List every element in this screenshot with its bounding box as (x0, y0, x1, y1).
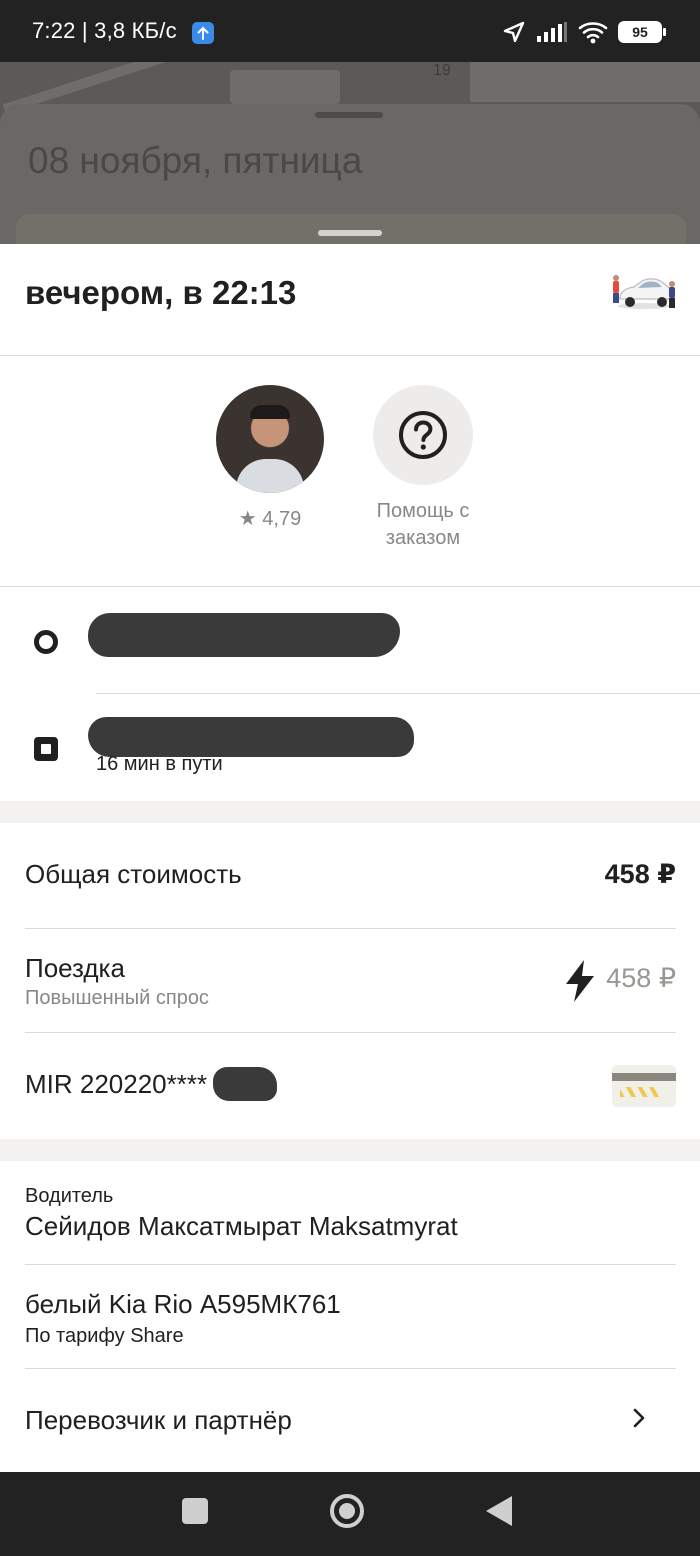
route-eta: 16 мин в пути (96, 753, 223, 775)
carrier-row[interactable]: Перевозчик и партнёр (25, 1369, 676, 1472)
payment-card-label: MIR 220220**** (25, 1069, 208, 1099)
status-bar: 7:22 | 3,8 КБ/с 95 (0, 0, 700, 62)
total-cost-value: 458 ₽ (604, 859, 676, 889)
chevron-right-icon (633, 1408, 645, 1428)
help-button-label[interactable]: Помощь с заказом (340, 498, 506, 552)
route-start-icon (34, 630, 58, 654)
ride-surge-label: Повышенный спрос (25, 987, 209, 1009)
car-row: белый Kia Rio А595МК761 По тарифу Share (25, 1265, 676, 1369)
wifi-icon (578, 22, 608, 44)
order-details-sheet: вечером, в 22:13 ★ 4,79 Помощь с заказом (0, 230, 700, 1472)
recents-icon[interactable] (182, 1498, 208, 1524)
order-contacts: ★ 4,79 Помощь с заказом (0, 356, 700, 587)
sheet-drag-handle[interactable] (318, 230, 382, 236)
system-nav-bar (0, 1472, 700, 1556)
driver-avatar[interactable] (216, 385, 324, 493)
lightning-icon (566, 960, 594, 1002)
section-gap (0, 1139, 700, 1161)
ride-label: Поездка (25, 953, 125, 983)
route-end-icon (34, 737, 58, 761)
status-time: 7:22 | 3,8 КБ/с (32, 18, 177, 43)
tariff-label: По тарифу Share (25, 1325, 184, 1347)
payment-card-row[interactable]: MIR 220220**** (25, 1033, 676, 1139)
map-label: 19 (433, 62, 451, 79)
ride-value: 458 ₽ (606, 963, 676, 993)
driver-name: Сейидов Максатмырат Maksatmyrat (25, 1211, 458, 1241)
home-icon[interactable] (330, 1494, 364, 1528)
redacted-start-address (88, 613, 400, 657)
driver-row: Водитель Сейидов Максатмырат Maksatmyrat (25, 1161, 676, 1265)
trip-info-section: Водитель Сейидов Максатмырат Maksatmyrat… (0, 1161, 700, 1472)
location-arrow-icon (503, 21, 525, 43)
background-date: 08 ноября, пятница (28, 140, 363, 181)
order-header: вечером, в 22:13 (0, 244, 700, 356)
driver-rating: ★ 4,79 (238, 508, 302, 530)
route-divider (96, 693, 700, 694)
bank-card-icon (612, 1065, 676, 1107)
background-sheet-handle (315, 112, 383, 118)
upload-arrow-icon (192, 22, 214, 44)
carrier-label: Перевозчик и партнёр (25, 1405, 292, 1435)
driver-caption: Водитель (25, 1185, 114, 1207)
cost-section: Общая стоимость 458 ₽ Поездка Повышенный… (0, 823, 700, 1139)
help-button[interactable] (373, 385, 473, 485)
car-description: белый Kia Rio А595МК761 (25, 1289, 341, 1319)
total-cost-row: Общая стоимость 458 ₽ (25, 823, 676, 929)
redacted-end-address (88, 717, 414, 757)
ride-cost-row[interactable]: Поездка Повышенный спрос 458 ₽ (25, 929, 676, 1033)
section-gap (0, 801, 700, 823)
redacted-card-number (213, 1067, 277, 1101)
status-icons: 95 (502, 20, 666, 44)
total-cost-label: Общая стоимость (25, 859, 242, 889)
question-icon (399, 411, 447, 459)
car-with-people-icon (613, 275, 675, 309)
order-time-title: вечером, в 22:13 (25, 274, 297, 311)
battery-icon: 95 (618, 21, 666, 43)
back-icon[interactable] (486, 1496, 512, 1526)
signal-icon (537, 22, 567, 42)
route-section: 16 мин в пути (0, 587, 700, 801)
